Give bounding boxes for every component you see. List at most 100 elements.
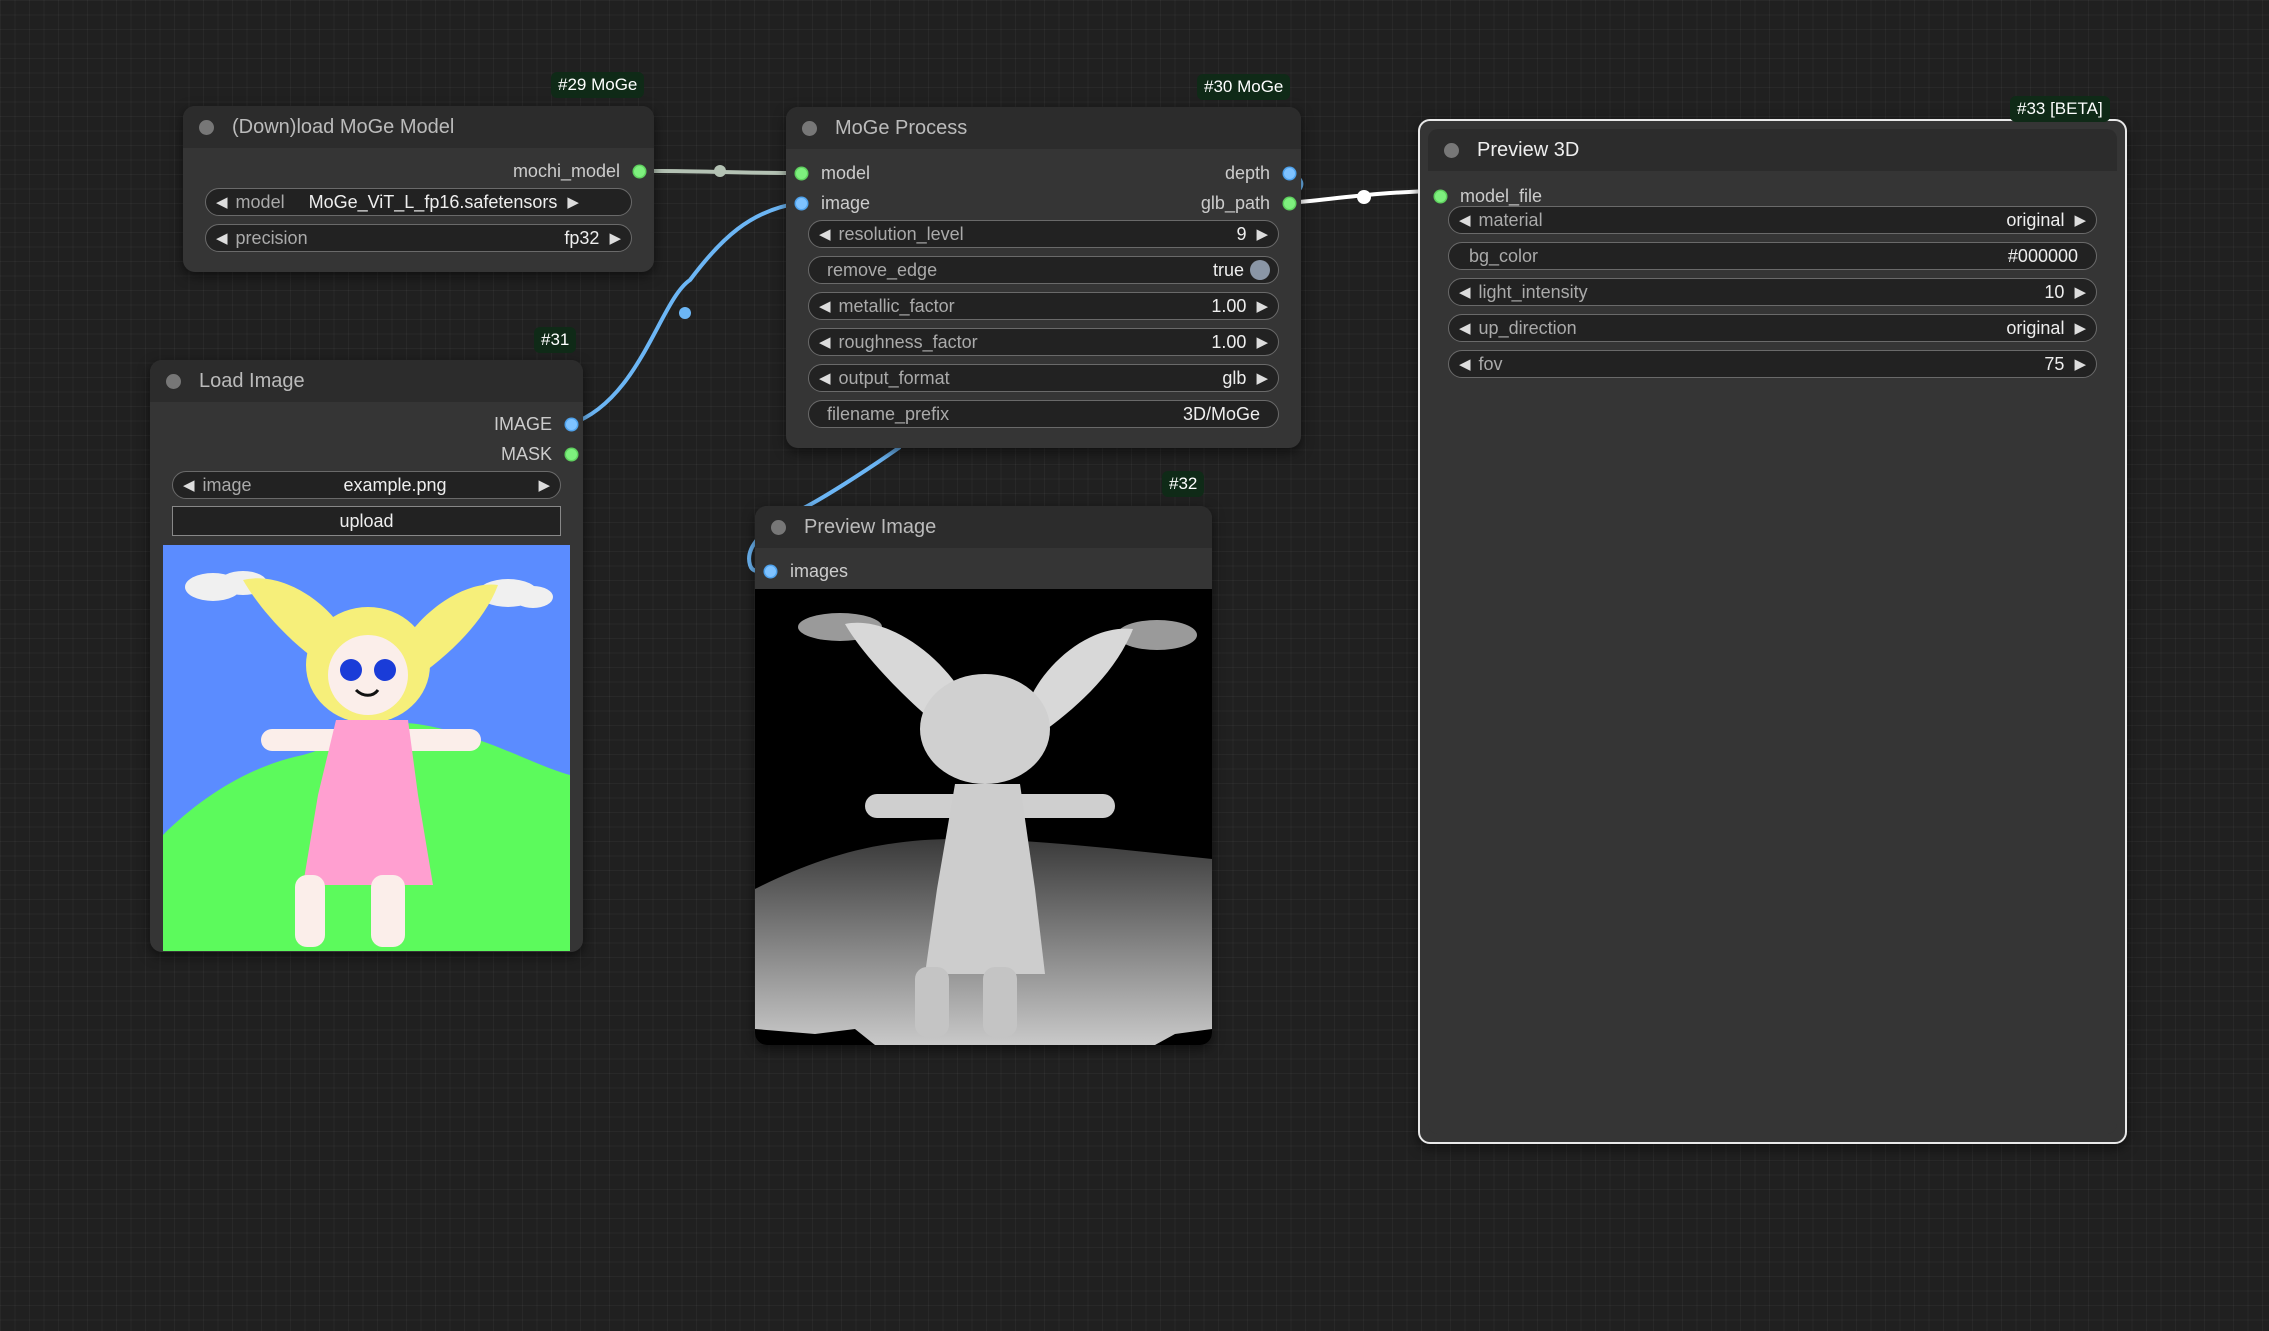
widget-value: example.png: [343, 474, 447, 495]
left-arrow-icon[interactable]: ◀: [216, 229, 228, 247]
widget-value: 1.00: [1211, 331, 1247, 352]
widget-value: 75: [2044, 353, 2065, 374]
left-arrow-icon[interactable]: ◀: [819, 369, 831, 387]
collapse-dot-icon[interactable]: [802, 120, 817, 136]
right-arrow-icon[interactable]: ▶: [1256, 333, 1268, 351]
node-header[interactable]: Load Image: [150, 360, 583, 402]
wire-model[interactable]: [641, 169, 801, 175]
right-arrow-icon[interactable]: ▶: [567, 193, 579, 211]
toggle-knob-icon[interactable]: [1250, 260, 1270, 280]
output-slot-mochi-model[interactable]: mochi_model: [383, 159, 645, 183]
widget-value: true: [1212, 259, 1244, 280]
left-arrow-icon[interactable]: ◀: [819, 333, 831, 351]
node-header[interactable]: Preview Image: [755, 506, 1212, 548]
left-arrow-icon[interactable]: ◀: [819, 225, 831, 243]
right-arrow-icon[interactable]: ▶: [2074, 283, 2086, 301]
combo-widget-material[interactable]: ◀ material original ▶: [1448, 206, 2097, 234]
widget-label: bg_color: [1469, 245, 1539, 266]
text-widget-bg-color[interactable]: bg_color #000000: [1448, 242, 2097, 270]
node-header[interactable]: (Down)load MoGe Model: [183, 106, 654, 148]
output-slot-depth[interactable]: depth: [1086, 161, 1295, 185]
node-header[interactable]: Preview 3D: [1428, 129, 2117, 171]
right-arrow-icon[interactable]: ▶: [609, 229, 621, 247]
right-arrow-icon[interactable]: ▶: [2074, 319, 2086, 337]
widget-label: output_format: [838, 367, 950, 388]
combo-widget-model[interactable]: ◀ model MoGe_ViT_L_fp16.safetensors ▶: [205, 188, 632, 216]
node-load-moge-model[interactable]: (Down)load MoGe Model mochi_model ◀ model…: [183, 106, 654, 272]
input-slot-model-file[interactable]: model_file: [1435, 184, 1542, 208]
input-dot-icon[interactable]: [796, 167, 807, 179]
widget-label: precision: [235, 227, 308, 248]
widget-value: 10: [2044, 281, 2065, 302]
widget-value: 1.00: [1211, 295, 1247, 316]
right-arrow-icon[interactable]: ▶: [1256, 225, 1268, 243]
output-dot-icon[interactable]: [566, 448, 577, 460]
number-widget-fov[interactable]: ◀ fov 75 ▶: [1448, 350, 2097, 378]
wire-glb-reroute-dot[interactable]: [1357, 190, 1371, 204]
collapse-dot-icon[interactable]: [199, 119, 214, 135]
slot-label: glb_path: [1200, 192, 1270, 213]
left-arrow-icon[interactable]: ◀: [1459, 211, 1471, 229]
left-arrow-icon[interactable]: ◀: [1459, 319, 1471, 337]
output-dot-icon[interactable]: [1284, 197, 1295, 209]
output-slot-glb-path[interactable]: glb_path: [1086, 191, 1295, 215]
left-arrow-icon[interactable]: ◀: [819, 297, 831, 315]
left-arrow-icon[interactable]: ◀: [183, 476, 195, 494]
collapse-dot-icon[interactable]: [771, 519, 786, 535]
input-dot-icon[interactable]: [765, 565, 776, 577]
combo-widget-precision[interactable]: ◀ precision fp32 ▶: [205, 224, 632, 252]
number-widget-metallic-factor[interactable]: ◀ metallic_factor 1.00 ▶: [808, 292, 1279, 320]
node-load-image[interactable]: Load Image IMAGE MASK ◀ image example.pn…: [150, 360, 583, 952]
widget-label: filename_prefix: [827, 403, 950, 424]
combo-widget-output-format[interactable]: ◀ output_format glb ▶: [808, 364, 1279, 392]
output-slot-mask[interactable]: MASK: [350, 442, 577, 466]
slot-label: depth: [1224, 162, 1270, 183]
left-arrow-icon[interactable]: ◀: [216, 193, 228, 211]
output-slot-image[interactable]: IMAGE: [350, 412, 577, 436]
node-id-badge: #31: [534, 327, 577, 353]
wire-image-reroute-dot[interactable]: [679, 307, 691, 319]
node-title: (Down)load MoGe Model: [232, 115, 455, 138]
right-arrow-icon[interactable]: ▶: [2074, 355, 2086, 373]
left-arrow-icon[interactable]: ◀: [1459, 283, 1471, 301]
widget-label: remove_edge: [827, 259, 938, 280]
node-preview-3d[interactable]: Preview 3D model_file ◀ material origina…: [1418, 119, 2127, 1144]
toggle-widget-remove-edge[interactable]: remove_edge true: [808, 256, 1279, 284]
widget-label: image: [202, 474, 252, 495]
left-arrow-icon[interactable]: ◀: [1459, 355, 1471, 373]
output-dot-icon[interactable]: [634, 165, 645, 177]
collapse-dot-icon[interactable]: [166, 373, 181, 389]
node-preview-image[interactable]: Preview Image images: [755, 506, 1212, 1045]
input-dot-icon[interactable]: [1435, 190, 1446, 202]
widget-label: up_direction: [1478, 317, 1577, 338]
number-widget-resolution-level[interactable]: ◀ resolution_level 9 ▶: [808, 220, 1279, 248]
node-header[interactable]: MoGe Process: [786, 107, 1301, 149]
right-arrow-icon[interactable]: ▶: [1256, 297, 1268, 315]
number-widget-light-intensity[interactable]: ◀ light_intensity 10 ▶: [1448, 278, 2097, 306]
number-widget-roughness-factor[interactable]: ◀ roughness_factor 1.00 ▶: [808, 328, 1279, 356]
input-dot-icon[interactable]: [796, 197, 807, 209]
depth-map-preview: [755, 589, 1212, 1045]
input-slot-model[interactable]: model: [796, 161, 870, 185]
upload-button[interactable]: upload: [172, 506, 561, 536]
widget-label: model: [235, 191, 285, 212]
slot-label: model: [821, 162, 871, 183]
node-moge-process[interactable]: MoGe Process model image depth glb_path …: [786, 107, 1301, 448]
right-arrow-icon[interactable]: ▶: [1256, 369, 1268, 387]
combo-widget-up-direction[interactable]: ◀ up_direction original ▶: [1448, 314, 2097, 342]
input-slot-image[interactable]: image: [796, 191, 870, 215]
widget-value: MoGe_ViT_L_fp16.safetensors: [308, 191, 558, 212]
text-widget-filename-prefix[interactable]: filename_prefix 3D/MoGe: [808, 400, 1279, 428]
combo-widget-image[interactable]: ◀ image example.png ▶: [172, 471, 561, 499]
widget-value: original: [2006, 209, 2065, 230]
output-dot-icon[interactable]: [566, 418, 577, 430]
wire-model-reroute-dot[interactable]: [714, 165, 726, 177]
collapse-dot-icon[interactable]: [1444, 142, 1459, 158]
output-dot-icon[interactable]: [1284, 167, 1295, 179]
right-arrow-icon[interactable]: ▶: [2074, 211, 2086, 229]
node-id-badge: #32: [1162, 471, 1205, 497]
input-slot-images[interactable]: images: [765, 559, 848, 583]
right-arrow-icon[interactable]: ▶: [538, 476, 550, 494]
node-title: Preview Image: [804, 515, 937, 538]
widget-label: light_intensity: [1478, 281, 1588, 302]
